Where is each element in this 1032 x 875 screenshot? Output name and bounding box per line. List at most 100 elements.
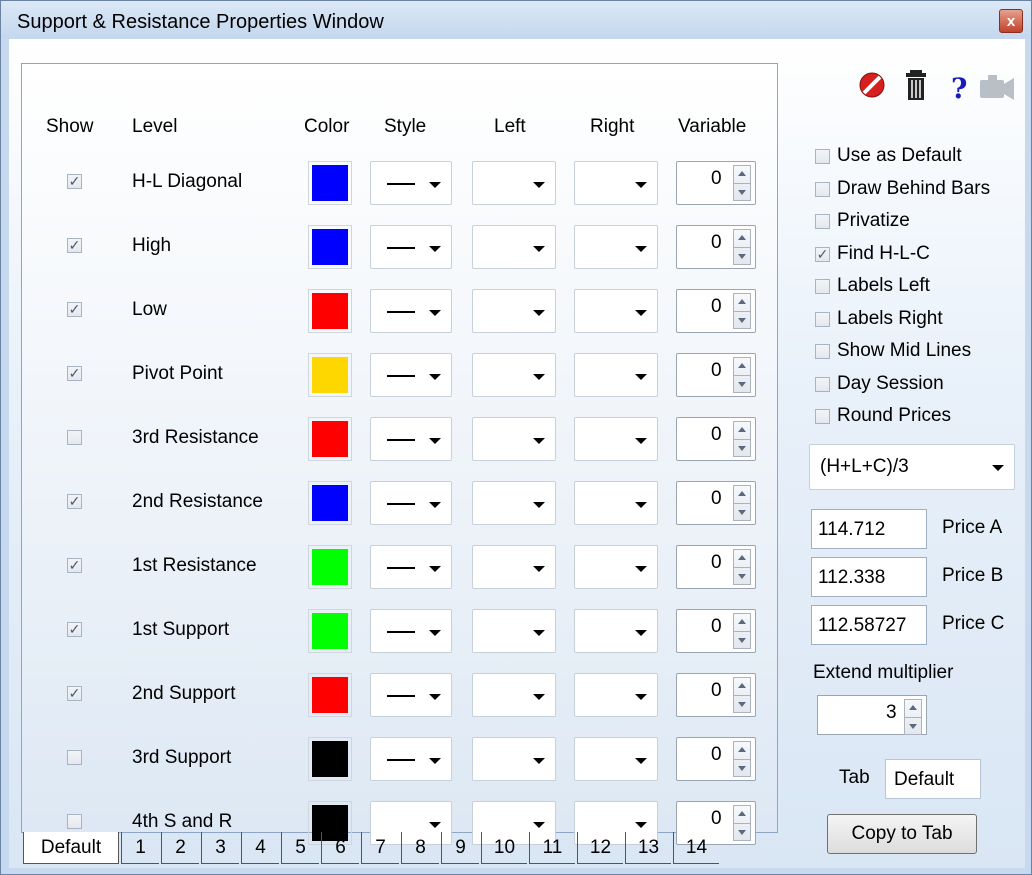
show-checkbox[interactable]: ✓	[67, 302, 82, 317]
show-checkbox[interactable]: ✓	[67, 238, 82, 253]
right-dropdown[interactable]	[574, 353, 658, 397]
color-swatch[interactable]	[308, 161, 352, 205]
option-checkbox[interactable]	[815, 409, 830, 424]
spin-buttons[interactable]	[733, 485, 751, 521]
left-dropdown[interactable]	[472, 609, 556, 653]
show-checkbox[interactable]: ✓	[67, 622, 82, 637]
right-dropdown[interactable]	[574, 417, 658, 461]
option-privatize[interactable]: Privatize	[815, 208, 1032, 238]
left-dropdown[interactable]	[472, 481, 556, 525]
spin-buttons[interactable]	[733, 549, 751, 585]
variable-spinner[interactable]: 0	[676, 417, 756, 461]
right-dropdown[interactable]	[574, 737, 658, 781]
style-dropdown[interactable]	[370, 481, 452, 525]
title-bar[interactable]: Support & Resistance Properties Window x	[1, 1, 1031, 39]
show-checkbox[interactable]: ✓	[67, 366, 82, 381]
variable-spinner[interactable]: 0	[676, 481, 756, 525]
show-checkbox[interactable]: ✓	[67, 174, 82, 189]
variable-spinner[interactable]: 0	[676, 353, 756, 397]
style-dropdown[interactable]	[370, 161, 452, 205]
tab-14[interactable]: 14	[673, 832, 719, 864]
option-show-mid-lines[interactable]: Show Mid Lines	[815, 338, 1032, 368]
spin-buttons[interactable]	[733, 741, 751, 777]
spin-buttons[interactable]	[733, 165, 751, 201]
color-swatch[interactable]	[308, 289, 352, 333]
option-checkbox[interactable]	[815, 181, 830, 197]
style-dropdown[interactable]	[370, 609, 452, 653]
style-dropdown[interactable]	[370, 353, 452, 397]
tab-11[interactable]: 11	[529, 832, 575, 864]
tab-7[interactable]: 7	[361, 832, 399, 864]
spin-buttons[interactable]	[733, 293, 751, 329]
spin-buttons[interactable]	[733, 613, 751, 649]
variable-spinner[interactable]: 0	[676, 737, 756, 781]
close-button[interactable]: x	[999, 9, 1023, 33]
right-dropdown[interactable]	[574, 609, 658, 653]
tab-6[interactable]: 6	[321, 832, 359, 864]
right-dropdown[interactable]	[574, 481, 658, 525]
left-dropdown[interactable]	[472, 161, 556, 205]
color-swatch[interactable]	[308, 673, 352, 717]
show-checkbox[interactable]: ✓	[67, 494, 82, 509]
tab-9[interactable]: 9	[441, 832, 479, 864]
option-day-session[interactable]: Day Session	[815, 371, 1032, 401]
style-dropdown[interactable]	[370, 225, 452, 269]
option-checkbox[interactable]	[815, 376, 830, 392]
color-swatch[interactable]	[308, 481, 352, 525]
right-dropdown[interactable]	[574, 225, 658, 269]
formula-select[interactable]: (H+L+C)/3	[809, 444, 1015, 490]
left-dropdown[interactable]	[472, 673, 556, 717]
color-swatch[interactable]	[308, 225, 352, 269]
variable-spinner[interactable]: 0	[676, 609, 756, 653]
spin-buttons[interactable]	[904, 699, 922, 735]
price-a-input[interactable]: 114.712	[811, 509, 927, 549]
help-icon[interactable]: ?	[951, 72, 967, 105]
left-dropdown[interactable]	[472, 545, 556, 589]
style-dropdown[interactable]	[370, 289, 452, 333]
tab-1[interactable]: 1	[121, 832, 159, 864]
option-checkbox[interactable]	[815, 344, 830, 359]
option-draw-behind-bars[interactable]: Draw Behind Bars	[815, 176, 1032, 206]
show-checkbox[interactable]: ✓	[67, 558, 82, 573]
option-checkbox[interactable]	[815, 149, 830, 164]
tab-8[interactable]: 8	[401, 832, 439, 864]
tab-13[interactable]: 13	[625, 832, 671, 864]
tab-3[interactable]: 3	[201, 832, 239, 864]
style-dropdown[interactable]	[370, 737, 452, 781]
tab-name-input[interactable]: Default	[885, 759, 981, 799]
variable-spinner[interactable]: 0	[676, 673, 756, 717]
tab-4[interactable]: 4	[241, 832, 279, 864]
left-dropdown[interactable]	[472, 289, 556, 333]
style-dropdown[interactable]	[370, 545, 452, 589]
color-swatch[interactable]	[308, 353, 352, 397]
option-labels-right[interactable]: Labels Right	[815, 306, 1032, 336]
option-checkbox[interactable]	[815, 279, 830, 294]
tab-default[interactable]: Default	[23, 832, 119, 864]
show-checkbox[interactable]: ✓	[67, 686, 82, 701]
left-dropdown[interactable]	[472, 225, 556, 269]
show-checkbox[interactable]	[67, 750, 82, 765]
spin-buttons[interactable]	[733, 421, 751, 457]
show-checkbox[interactable]	[67, 430, 82, 445]
camera-icon[interactable]	[980, 75, 1014, 100]
left-dropdown[interactable]	[472, 417, 556, 461]
right-dropdown[interactable]	[574, 161, 658, 205]
spin-buttons[interactable]	[733, 677, 751, 713]
color-swatch[interactable]	[308, 609, 352, 653]
left-dropdown[interactable]	[472, 353, 556, 397]
show-checkbox[interactable]	[67, 814, 82, 829]
spin-buttons[interactable]	[733, 357, 751, 393]
color-swatch[interactable]	[308, 417, 352, 461]
color-swatch[interactable]	[308, 737, 352, 781]
no-entry-icon[interactable]	[859, 72, 885, 98]
price-b-input[interactable]: 112.338	[811, 557, 927, 597]
option-checkbox[interactable]: ✓	[815, 246, 830, 262]
tab-5[interactable]: 5	[281, 832, 319, 864]
variable-spinner[interactable]: 0	[676, 225, 756, 269]
option-find-h-l-c[interactable]: ✓ Find H-L-C	[815, 241, 1032, 271]
variable-spinner[interactable]: 0	[676, 161, 756, 205]
option-labels-left[interactable]: Labels Left	[815, 273, 1032, 303]
color-swatch[interactable]	[308, 545, 352, 589]
right-dropdown[interactable]	[574, 289, 658, 333]
left-dropdown[interactable]	[472, 737, 556, 781]
